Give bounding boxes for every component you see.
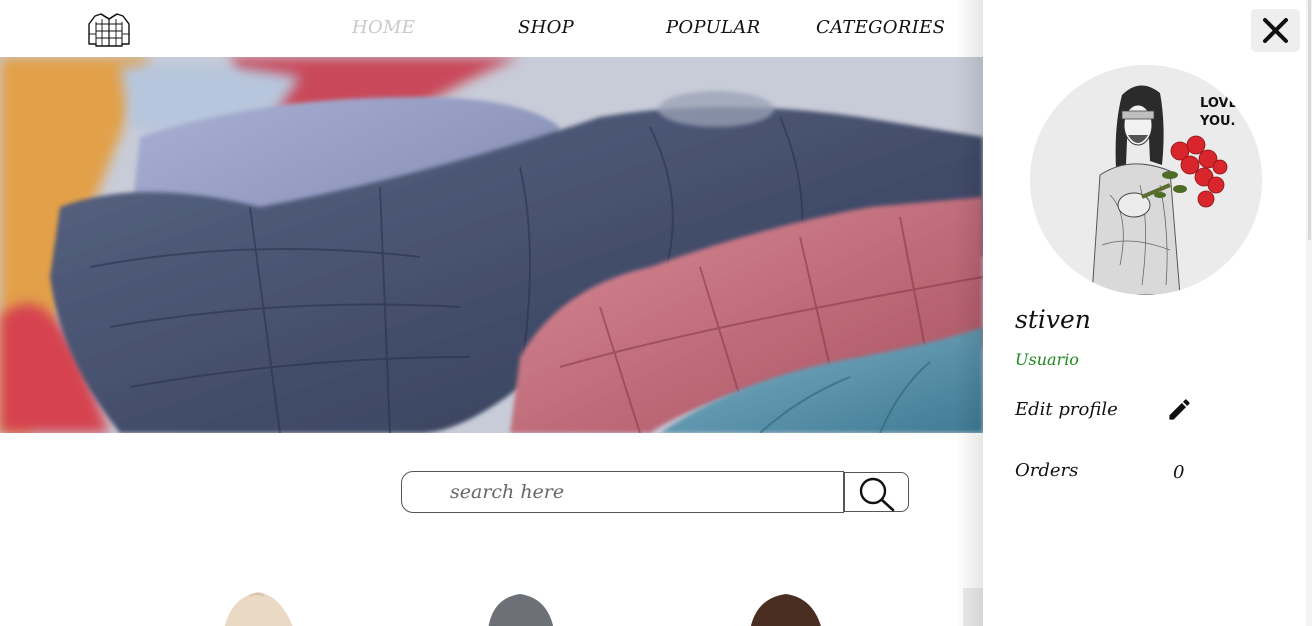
edit-profile-link[interactable]: Edit profile <box>1015 399 1118 420</box>
avatar[interactable]: LOVE YOU. <box>1030 65 1262 295</box>
profile-role: Usuario <box>1015 350 1079 369</box>
jacket-icon[interactable] <box>86 10 132 48</box>
svg-text:YOU.: YOU. <box>1199 114 1236 129</box>
drawer-shadow <box>955 0 985 626</box>
close-button[interactable] <box>1251 9 1300 52</box>
scrollbar-thumb[interactable] <box>1308 0 1311 240</box>
search-input[interactable] <box>402 472 843 512</box>
nav-home-link[interactable]: HOME <box>352 17 415 38</box>
product-hoodie-beige[interactable] <box>220 590 300 626</box>
close-icon <box>1263 18 1288 43</box>
hero-banner-image <box>0 57 983 433</box>
svg-text:LOVE: LOVE <box>1200 96 1237 111</box>
nav-categories-link[interactable]: CATEGORIES <box>816 17 945 38</box>
orders-link[interactable]: Orders <box>1015 460 1078 481</box>
orders-count: 0 <box>1173 462 1185 483</box>
profile-drawer: LOVE YOU. stiven Usuario Edit profile Or… <box>983 0 1312 626</box>
product-hoodie-gray[interactable] <box>484 590 564 626</box>
profile-username: stiven <box>1015 305 1091 334</box>
top-navbar: HOME SHOP POPULAR CATEGORIES <box>0 0 983 57</box>
product-hoodie-brown[interactable] <box>748 590 828 626</box>
nav-shop-link[interactable]: SHOP <box>518 17 574 38</box>
nav-popular-link[interactable]: POPULAR <box>666 17 760 38</box>
pencil-icon[interactable] <box>1166 396 1193 423</box>
search-field[interactable] <box>401 471 844 513</box>
search-icon <box>859 477 895 512</box>
search-button[interactable] <box>844 472 909 512</box>
